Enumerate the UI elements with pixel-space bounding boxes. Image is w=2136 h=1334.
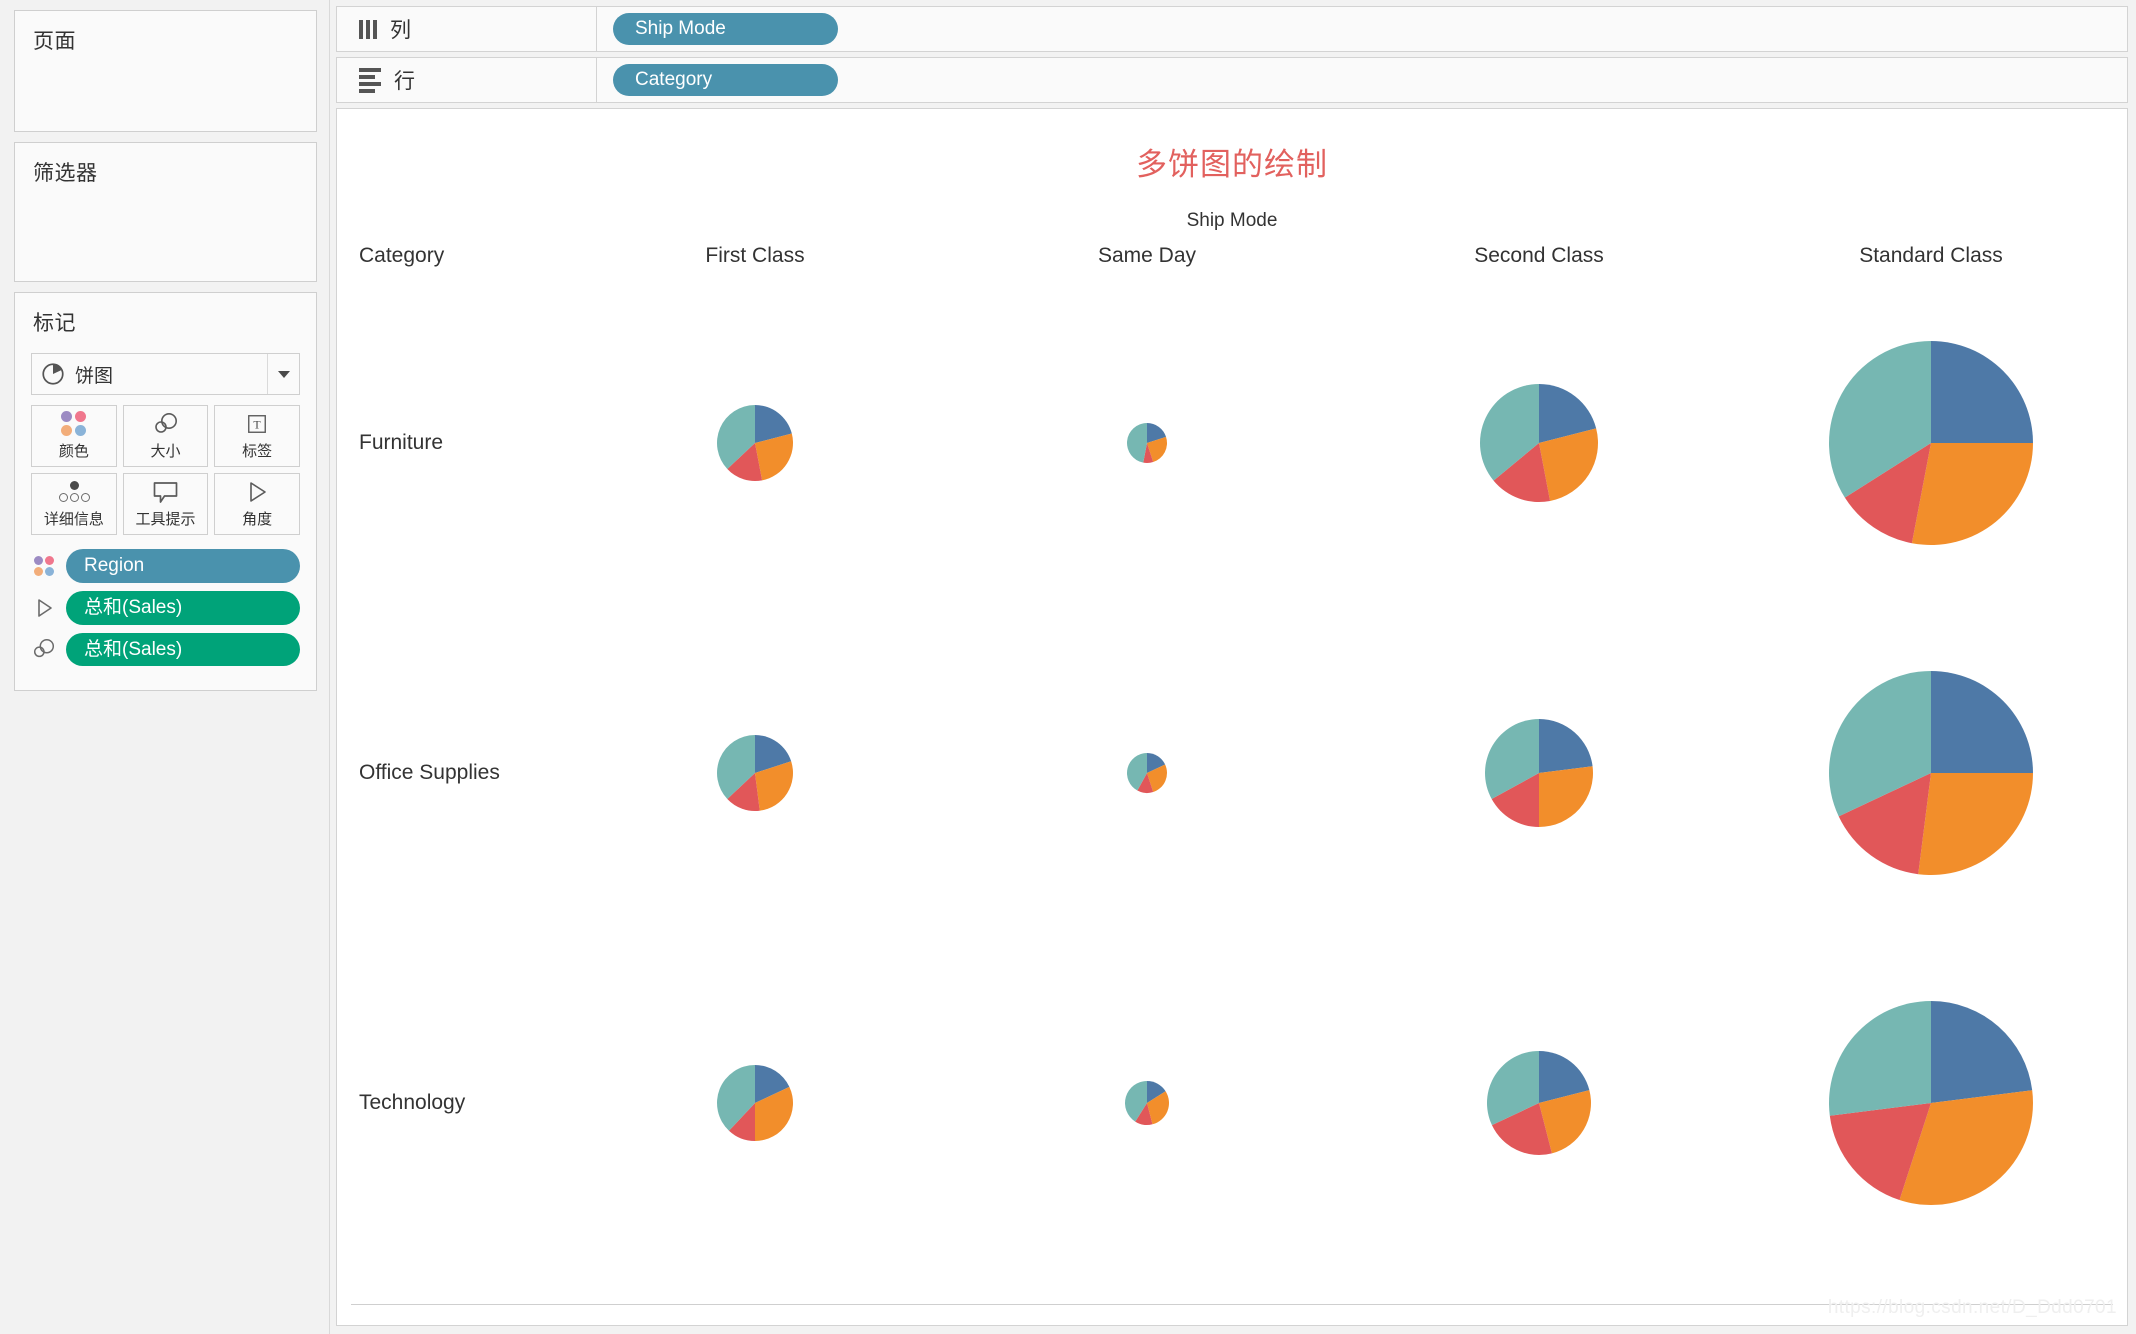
- view-title: 多饼图的绘制: [1136, 147, 1328, 182]
- pages-card-title: 页面: [33, 30, 76, 53]
- color-icon: [31, 553, 57, 579]
- marks-tooltip-button[interactable]: 工具提示: [122, 473, 209, 535]
- marks-color-button[interactable]: 颜色: [31, 405, 117, 467]
- pie-cell[interactable]: [1735, 938, 2127, 1268]
- rows-shelf[interactable]: 行 Category: [336, 57, 2128, 103]
- marks-label-label: 标签: [242, 442, 273, 460]
- column-header[interactable]: Second Class: [1343, 240, 1735, 278]
- marks-angle-button[interactable]: 角度: [214, 473, 300, 535]
- marks-angle-label: 角度: [242, 510, 273, 528]
- marks-tooltip-label: 工具提示: [135, 510, 196, 528]
- pie-cell[interactable]: [1735, 278, 2127, 608]
- marks-pill-size-sales-label[interactable]: 总和(Sales): [66, 632, 300, 667]
- columns-shelf-label-group: 列: [337, 7, 597, 51]
- pie-cell[interactable]: [1343, 938, 1735, 1268]
- pie-body-grid: Furniture Office Supplies Technology: [337, 278, 2127, 1268]
- row-header-title: Category: [359, 244, 445, 267]
- row-header[interactable]: Furniture: [337, 278, 559, 608]
- size-icon: [31, 636, 57, 662]
- left-shelf-panel: 页面 筛选器 标记 饼图 颜色 大小 T 标签 详细信息 工具提示 角度 Reg…: [0, 0, 330, 1334]
- color-icon: [61, 411, 87, 436]
- mark-type-dropdown[interactable]: 饼图: [31, 353, 300, 395]
- marks-card: 标记 饼图 颜色 大小 T 标签 详细信息 工具提示 角度 Region 总和(…: [14, 292, 317, 692]
- columns-icon: [359, 19, 377, 39]
- marks-card-title: 标记: [33, 312, 76, 335]
- pie-cell[interactable]: [1343, 608, 1735, 938]
- rows-shelf-label: 行: [394, 70, 415, 93]
- view-canvas[interactable]: 多饼图的绘制 Ship Mode Category First Class Sam…: [336, 108, 2128, 1326]
- marks-pill-region[interactable]: Region: [31, 549, 300, 583]
- column-header[interactable]: Same Day: [951, 240, 1343, 278]
- row-header[interactable]: Office Supplies: [337, 608, 559, 938]
- marks-size-button[interactable]: 大小: [122, 405, 209, 467]
- marks-pill-angle-sales-label[interactable]: 总和(Sales): [66, 590, 300, 625]
- pie-cell[interactable]: [1735, 608, 2127, 938]
- svg-text:T: T: [254, 417, 262, 431]
- marks-label-button[interactable]: T 标签: [214, 405, 300, 467]
- pie-cell[interactable]: [1343, 278, 1735, 608]
- filters-card-title: 筛选器: [33, 162, 98, 185]
- marks-size-label: 大小: [150, 442, 181, 460]
- pie-cell[interactable]: [559, 278, 951, 608]
- pie-cell[interactable]: [559, 608, 951, 938]
- column-header[interactable]: Standard Class: [1735, 240, 2127, 278]
- filters-card[interactable]: 筛选器: [14, 142, 317, 282]
- marks-pill-region-label[interactable]: Region: [66, 549, 300, 583]
- label-icon: T: [246, 412, 268, 436]
- tableau-worksheet-window: 页面 筛选器 标记 饼图 颜色 大小 T 标签 详细信息 工具提示 角度 Reg…: [0, 0, 2136, 1334]
- size-icon: [150, 412, 180, 436]
- marks-buttons-grid: 颜色 大小 T 标签 详细信息 工具提示 角度: [31, 405, 300, 535]
- pie-cell[interactable]: [951, 608, 1343, 938]
- marks-pill-angle-sales[interactable]: 总和(Sales): [31, 590, 300, 625]
- marks-pill-list: Region 总和(Sales) 总和(Sales): [31, 549, 300, 667]
- angle-icon: [31, 595, 57, 621]
- rows-shelf-dropzone[interactable]: Category: [597, 58, 2127, 102]
- pie-cell[interactable]: [951, 938, 1343, 1268]
- row-header[interactable]: Technology: [337, 938, 559, 1268]
- columns-pill-ship-mode[interactable]: Ship Mode: [613, 13, 838, 45]
- column-headers-row: Category First Class Same Day Second Class…: [337, 240, 2127, 278]
- pie-cell[interactable]: [559, 938, 951, 1268]
- pie-cell[interactable]: [951, 278, 1343, 608]
- chevron-down-icon[interactable]: [267, 354, 299, 394]
- mark-type-value: 饼图: [75, 365, 114, 387]
- marks-color-label: 颜色: [58, 442, 89, 460]
- worksheet-panel: 列 Ship Mode 行 Category 多饼图的绘制 Ship Mode …: [330, 0, 2136, 1334]
- angle-icon: [245, 480, 269, 504]
- rows-pill-category[interactable]: Category: [613, 64, 838, 96]
- marks-pill-size-sales[interactable]: 总和(Sales): [31, 632, 300, 667]
- columns-shelf[interactable]: 列 Ship Mode: [336, 6, 2128, 52]
- rows-shelf-label-group: 行: [337, 58, 597, 102]
- marks-detail-label: 详细信息: [43, 510, 104, 528]
- detail-icon: [57, 480, 91, 504]
- columns-shelf-label: 列: [390, 19, 411, 42]
- columns-shelf-dropzone[interactable]: Ship Mode: [597, 7, 2127, 51]
- watermark-text: https://blog.csdn.net/D_Ddd0701: [1827, 1297, 2117, 1318]
- marks-detail-button[interactable]: 详细信息: [31, 473, 117, 535]
- tooltip-icon: [152, 480, 179, 504]
- pie-grid: Category First Class Same Day Second Class…: [337, 240, 2127, 1268]
- pages-card[interactable]: 页面: [14, 10, 317, 132]
- rows-icon: [359, 67, 381, 93]
- pie-chart-icon: [40, 361, 66, 387]
- column-field-caption: Ship Mode: [1186, 210, 1278, 231]
- column-header[interactable]: First Class: [559, 240, 951, 278]
